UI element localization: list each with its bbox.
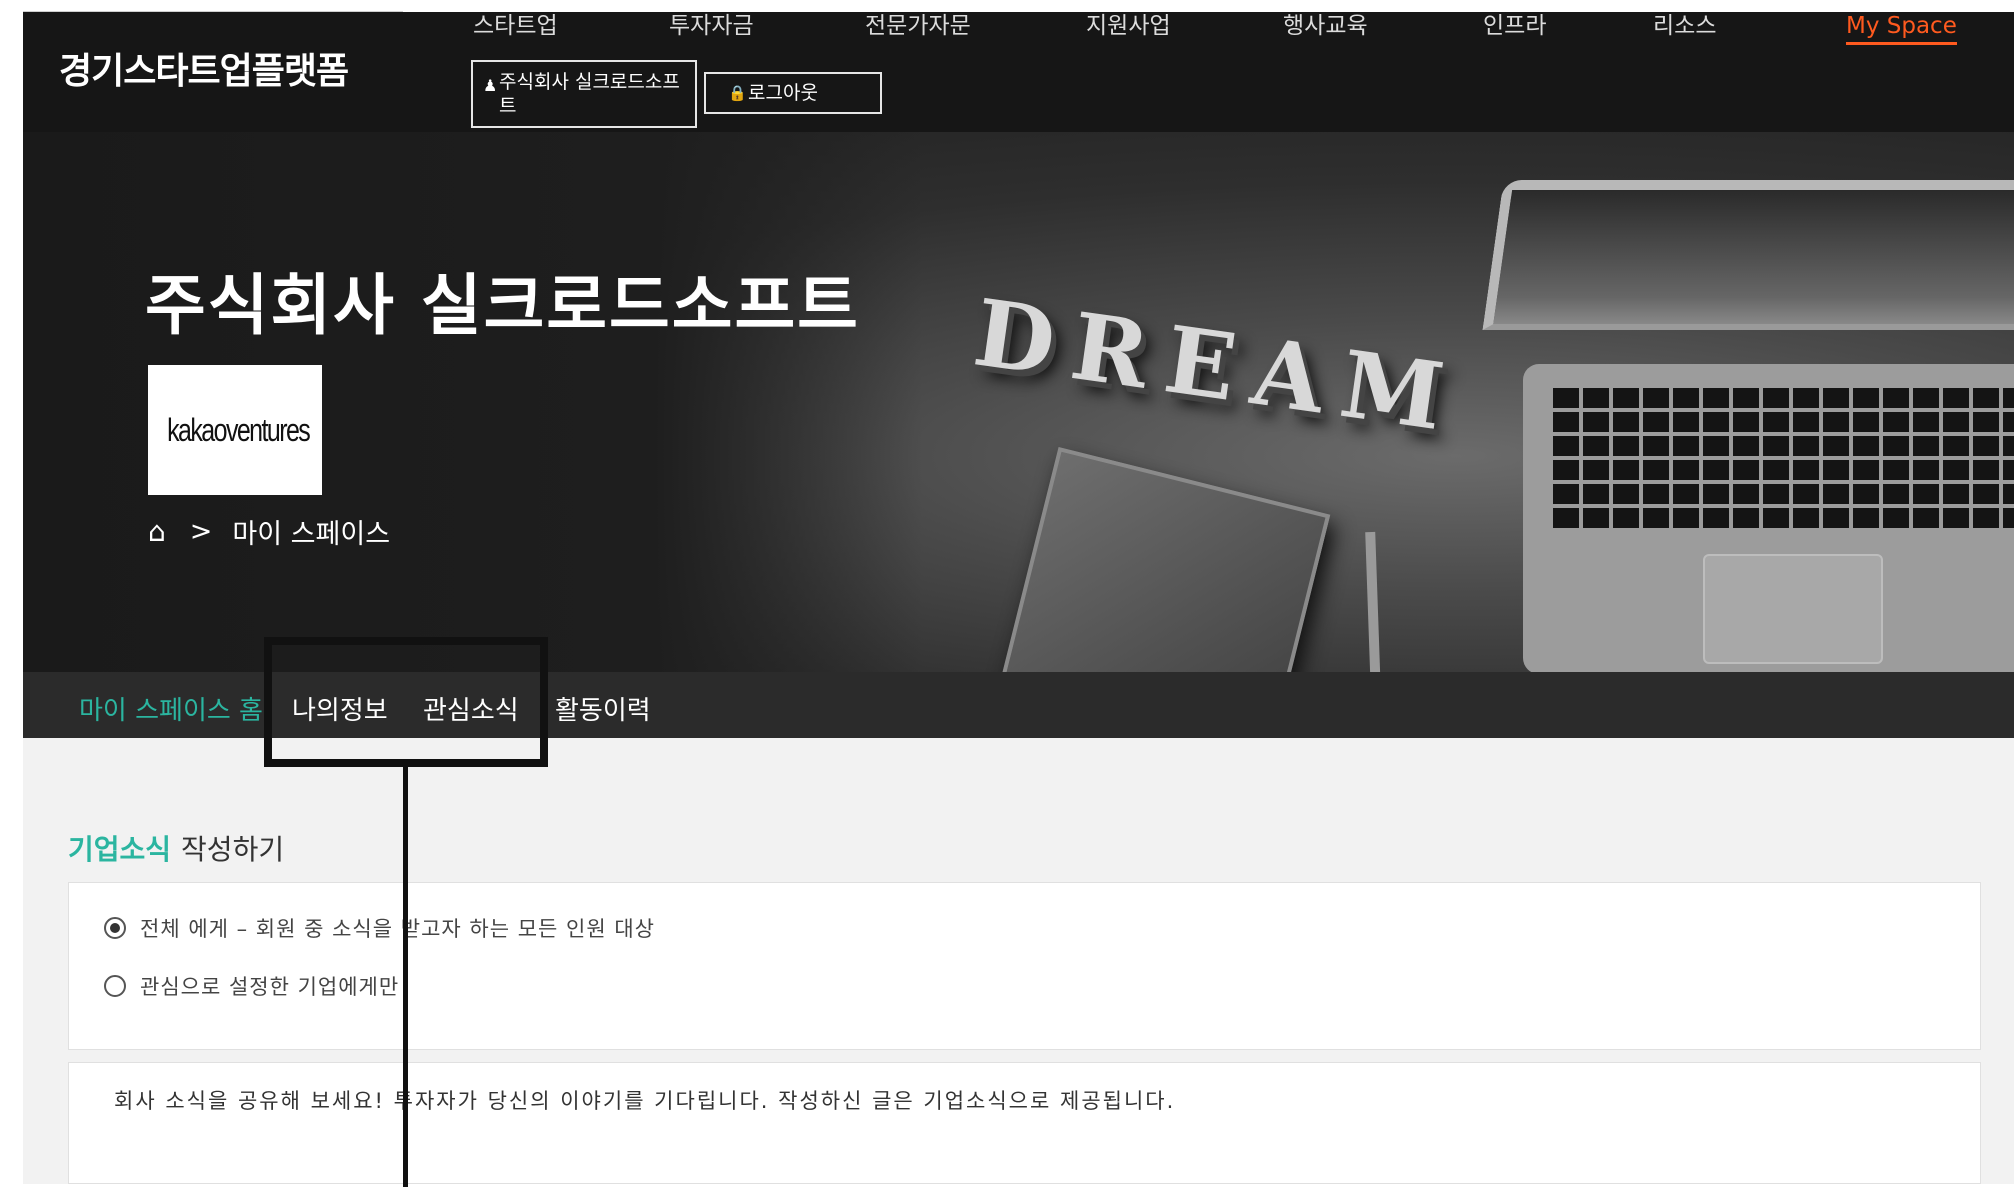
- audience-option-all[interactable]: 전체 에게 – 회원 중 소식을 받고자 하는 모든 인원 대상: [104, 913, 655, 943]
- hero-laptop-keyboard: [1523, 364, 2014, 672]
- user-account-button[interactable]: ♟ 주식회사 실크로드소프트: [471, 60, 697, 128]
- company-name-title: 주식회사 실크로드소프트: [145, 267, 860, 344]
- audience-option-all-label: 전체 에게 – 회원 중 소식을 받고자 하는 모든 인원 대상: [140, 917, 655, 941]
- nav-startup[interactable]: 스타트업: [473, 12, 558, 40]
- section-title: 기업소식 작성하기: [68, 828, 284, 868]
- breadcrumb-current[interactable]: 마이 스페이스: [232, 512, 390, 551]
- nav-expert-advice[interactable]: 전문가자문: [865, 12, 971, 40]
- breadcrumb-separator: >: [189, 516, 213, 547]
- site-logo[interactable]: 경기스타트업플랫폼: [59, 42, 349, 94]
- nav-events-education[interactable]: 행사교육: [1283, 12, 1368, 40]
- section-title-rest: 작성하기: [181, 833, 285, 866]
- window-top-edge: [23, 0, 403, 12]
- hero-dream-letters: DREAM: [967, 278, 1468, 454]
- logout-label: 로그아웃: [748, 82, 818, 104]
- tab-activity-history[interactable]: 활동이력: [555, 690, 651, 727]
- hero-notebook-image: [995, 446, 1331, 672]
- annotation-pointer-line: [403, 767, 408, 1187]
- radio-interest[interactable]: [104, 975, 126, 997]
- radio-all[interactable]: [104, 917, 126, 939]
- page-frame: 경기스타트업플랫폼 스타트업 투자자금 전문가자문 지원사업 행사교육 인프라 …: [23, 12, 2014, 1184]
- lock-icon: 🔒: [728, 84, 747, 102]
- nav-investment[interactable]: 투자자금: [669, 12, 754, 40]
- user-icon: ♟: [483, 76, 498, 95]
- breadcrumb: ⌂ > 마이 스페이스: [148, 512, 390, 551]
- logout-button[interactable]: 🔒 로그아웃: [704, 72, 882, 114]
- hero-laptop-screen: [1482, 180, 2014, 330]
- news-editor-placeholder: 회사 소식을 공유해 보세요! 투자자가 당신의 이야기를 기다립니다. 작성하…: [114, 1089, 1176, 1113]
- home-icon[interactable]: ⌂: [148, 515, 166, 548]
- audience-option-interest[interactable]: 관심으로 설정한 기업에게만: [104, 971, 399, 1001]
- section-title-accent: 기업소식: [68, 833, 172, 866]
- nav-my-space[interactable]: My Space: [1846, 12, 1957, 45]
- news-editor[interactable]: 회사 소식을 공유해 보세요! 투자자가 당신의 이야기를 기다립니다. 작성하…: [68, 1062, 1981, 1184]
- tab-myspace-home[interactable]: 마이 스페이스 홈: [79, 690, 263, 727]
- nav-resources[interactable]: 리소스: [1653, 12, 1716, 40]
- audience-option-interest-label: 관심으로 설정한 기업에게만: [140, 975, 400, 999]
- hero-pen-image: [1365, 531, 1381, 672]
- company-logo-text: kakaoventures: [167, 412, 311, 448]
- hero-banner: DREAM 주식회사 실크로드소프트 kakaoventures ⌂ > 마이 …: [23, 132, 2014, 672]
- nav-infrastructure[interactable]: 인프라: [1483, 12, 1546, 40]
- annotation-highlight-box: [264, 637, 548, 767]
- user-account-label: 주식회사 실크로드소프트: [499, 71, 680, 117]
- nav-support-programs[interactable]: 지원사업: [1086, 12, 1171, 40]
- company-logo: kakaoventures: [148, 365, 322, 495]
- audience-options-card: 전체 에게 – 회원 중 소식을 받고자 하는 모든 인원 대상 관심으로 설정…: [68, 882, 1981, 1050]
- top-header: 경기스타트업플랫폼 스타트업 투자자금 전문가자문 지원사업 행사교육 인프라 …: [23, 12, 2014, 132]
